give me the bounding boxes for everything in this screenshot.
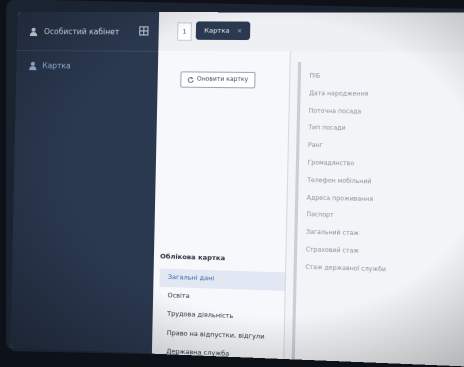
tab-bar: 1 Картка × [158, 12, 464, 54]
sidebar-item-card[interactable]: Картка [16, 51, 158, 81]
field-label: Дата народження [308, 90, 369, 98]
user-icon [29, 61, 37, 70]
page-number[interactable]: 1 [177, 22, 192, 41]
field-panel: ПІБ Дата народження Поточна посада Тип п… [285, 51, 464, 367]
sidebar-item-label: Картка [42, 61, 71, 71]
user-icon [29, 27, 37, 36]
sidebar-header[interactable]: Особистий кабінет [16, 11, 160, 52]
field-label: Стаж державної служби [305, 264, 387, 274]
close-icon[interactable]: × [237, 27, 242, 34]
card-menu: Загальні дані Освіта Трудова діяльність … [158, 268, 286, 367]
layout-toggle-icon[interactable] [139, 26, 149, 36]
refresh-card-label: Оновити картку [196, 76, 249, 84]
card-navigation: Оновити картку Облікова картка Загальні … [151, 50, 291, 360]
section-title: Облікова картка [160, 252, 226, 263]
menu-item-civil-service[interactable]: Державна служба [158, 342, 284, 366]
sidebar-header-label: Особистий кабінет [43, 26, 120, 36]
refresh-icon [188, 77, 194, 83]
field-label: Тип посади [308, 125, 346, 133]
tab-label: Картка [204, 26, 230, 35]
sidebar: Особистий кабінет Картка [10, 11, 160, 354]
field-list: ПІБ Дата народження Поточна посада Тип п… [291, 61, 464, 367]
field-label: ПІБ [309, 73, 321, 80]
screen: Особистий кабінет Картка 1 Картка × Онов… [10, 11, 464, 367]
refresh-card-button[interactable]: Оновити картку [180, 71, 256, 89]
tab-card[interactable]: Картка × [195, 21, 251, 41]
